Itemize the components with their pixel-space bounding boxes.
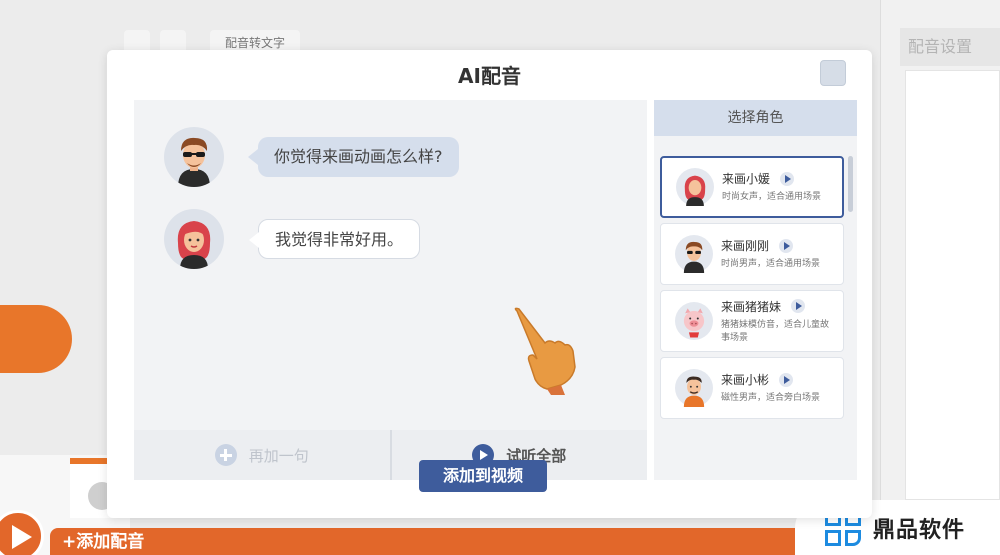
role-name: 来画刚刚	[721, 239, 770, 253]
female-character-icon	[177, 221, 211, 269]
role-list-scrollbar[interactable]	[848, 156, 853, 474]
male-character-icon	[683, 376, 705, 407]
bg-right-panel-body	[905, 70, 1000, 500]
chat-bubble-1[interactable]: 你觉得来画动画怎么样?	[248, 137, 459, 177]
role-avatar	[675, 302, 713, 340]
role-name: 来画小媛	[722, 172, 771, 186]
play-icon[interactable]	[779, 238, 794, 253]
male-avatar	[164, 127, 224, 187]
role-avatar	[675, 369, 713, 407]
chat-message-female: 我觉得非常好用。	[164, 209, 421, 269]
role-avatar	[675, 235, 713, 273]
ai-dubbing-dialog: AI配音 你觉得来画动画怎么样? 我觉得非常好用。 再加一句 试听全部 选择角色…	[107, 50, 872, 518]
plus-circle-icon	[214, 444, 237, 466]
chat-message-male: 你觉得来画动画怎么样?	[164, 127, 459, 187]
add-sentence-label: 再加一句	[248, 446, 309, 465]
male-character-icon	[178, 137, 210, 187]
bg-orange-tab	[0, 305, 72, 373]
add-to-video-button[interactable]: 添加到视频	[419, 460, 547, 492]
dialog-title: AI配音	[458, 64, 521, 88]
chat-area: 你觉得来画动画怎么样? 我觉得非常好用。 再加一句 试听全部	[134, 100, 647, 480]
female-character-icon	[684, 175, 706, 206]
add-dubbing-bar[interactable]	[50, 528, 850, 555]
action-bar: 再加一句 试听全部	[134, 430, 647, 480]
role-name: 来画小彬	[721, 373, 770, 387]
add-dubbing-label[interactable]: +添加配音	[62, 530, 144, 555]
chat-bubble-2[interactable]: 我觉得非常好用。	[248, 219, 421, 259]
scrollbar-thumb[interactable]	[848, 156, 853, 212]
role-description: 时尚男声，适合通用场景	[721, 259, 821, 269]
role-description: 时尚女声，适合通用场景	[722, 192, 822, 202]
play-icon[interactable]	[780, 171, 795, 186]
role-card[interactable]: 来画小彬 磁性男声，适合旁白场景	[660, 357, 844, 419]
role-card[interactable]: 来画猪猪妹 猪猪妹模仿音，适合儿童故事场景	[660, 290, 844, 352]
add-sentence-button[interactable]: 再加一句	[134, 430, 390, 480]
role-description: 磁性男声，适合旁白场景	[721, 393, 821, 403]
brand-name: 鼎品软件	[873, 517, 966, 543]
bg-right-panel-title: 配音设置	[900, 28, 1000, 66]
role-list: 来画小媛 时尚女声，适合通用场景 来画刚刚 时尚男声，适合通用场景 来画猪猪妹 …	[660, 156, 844, 424]
role-description: 猪猪妹模仿音，适合儿童故事场景	[721, 319, 830, 343]
pointing-hand-icon	[514, 307, 576, 395]
pig-character-icon	[683, 308, 705, 338]
role-card[interactable]: 来画刚刚 时尚男声，适合通用场景	[660, 223, 844, 285]
role-panel-header: 选择角色	[654, 100, 857, 136]
play-icon[interactable]	[779, 372, 794, 387]
role-name: 来画猪猪妹	[721, 299, 782, 314]
role-card[interactable]: 来画小媛 时尚女声，适合通用场景	[660, 156, 844, 218]
role-avatar	[676, 168, 714, 206]
female-avatar	[164, 209, 224, 269]
role-panel: 选择角色 来画小媛 时尚女声，适合通用场景 来画刚刚 时尚男声，适合通用场景 来…	[654, 100, 857, 480]
play-icon[interactable]	[791, 299, 806, 313]
close-icon[interactable]	[820, 60, 846, 86]
male-character-icon	[683, 241, 705, 273]
